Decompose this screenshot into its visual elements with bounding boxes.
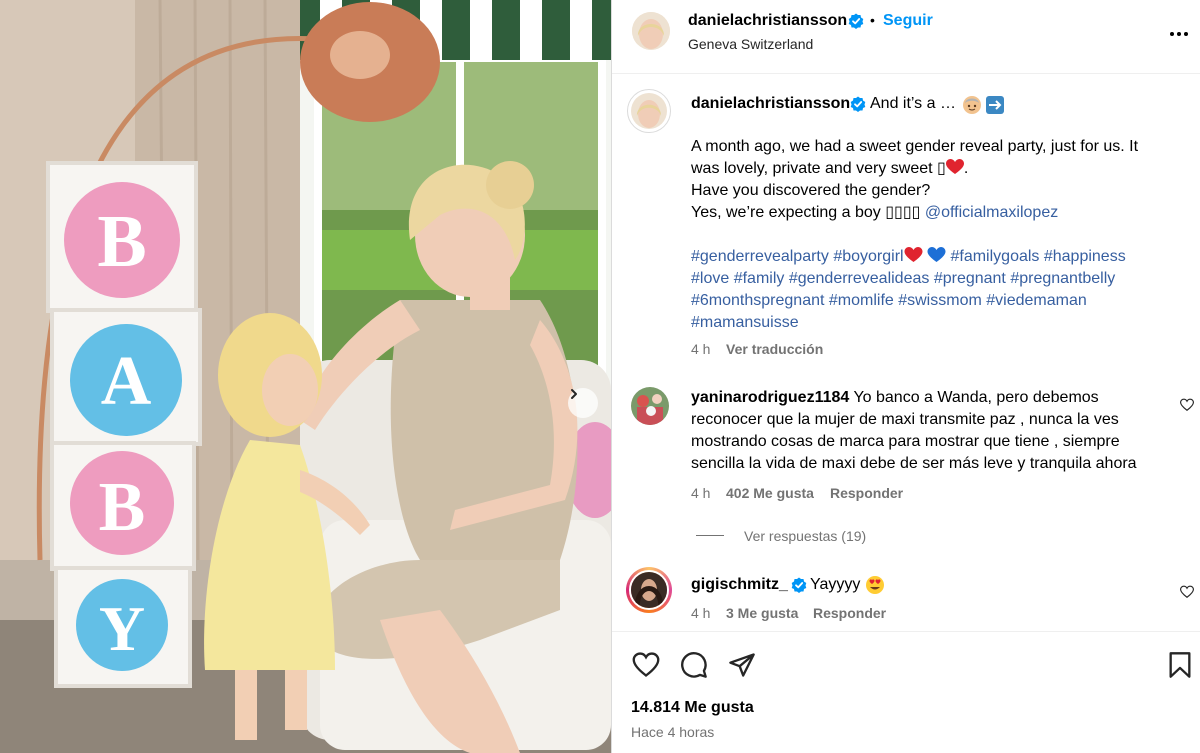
author-avatar[interactable] [632, 12, 670, 50]
carousel-next-button[interactable] [568, 388, 598, 418]
caption-line: A month ago, we had a sweet gender revea… [691, 138, 1139, 155]
hashtag-links[interactable]: #familygoals #happiness [950, 248, 1125, 265]
comment-text: Yo banco a Wanda, pero debemos [853, 389, 1099, 406]
verified-badge-icon [850, 96, 866, 112]
comment-text: Yayyyy [810, 576, 861, 593]
caption-headline: And it’s a … [870, 95, 956, 112]
header-username[interactable]: danielachristiansson [688, 12, 847, 30]
save-bookmark-icon[interactable] [1167, 651, 1193, 679]
baby-boxes: B A B Y [46, 161, 202, 688]
caption-username[interactable]: danielachristiansson [691, 95, 850, 113]
instagram-post: B A B Y danielachristiansson • Seguir Ge… [0, 0, 1200, 753]
caption-time[interactable]: 4 h [691, 341, 710, 357]
reply-button[interactable]: Responder [830, 485, 903, 501]
view-replies-button[interactable]: Ver respuestas (19) [744, 528, 866, 544]
chevron-right-icon [571, 389, 577, 399]
post-photo[interactable]: B A B Y [0, 0, 611, 753]
post-timestamp[interactable]: Hace 4 horas [631, 724, 714, 740]
caption-line: was lovely, private and very sweet ▯. [691, 158, 1171, 180]
caption-line-text: Yes, we’re expecting a boy [691, 204, 886, 221]
mention-link[interactable]: @officialmaxilopez [925, 204, 1058, 221]
caption-avatar[interactable] [631, 93, 667, 129]
avatar-image [631, 572, 667, 608]
heart-eyes-emoji-icon [866, 576, 884, 594]
reply-button[interactable]: Responder [813, 605, 886, 621]
replies-divider [696, 535, 724, 536]
follow-button[interactable]: Seguir [883, 12, 933, 30]
caption-line-text: was lovely, private and very sweet [691, 160, 938, 177]
commenter-username[interactable]: gigischmitz_ [691, 576, 788, 594]
like-comment-heart-icon[interactable] [1180, 585, 1194, 599]
comment-line: yaninarodriguez1184 Yo banco a Wanda, pe… [691, 387, 1161, 409]
commenter-username[interactable]: yaninarodriguez1184 [691, 389, 849, 406]
missing-glyphs: ▯▯▯▯ [885, 204, 921, 221]
verified-badge-icon [848, 13, 864, 29]
svg-text:Y: Y [99, 593, 145, 664]
caption-body: A month ago, we had a sweet gender revea… [691, 136, 1171, 334]
comment-likes[interactable]: 402 Me gusta [726, 485, 814, 501]
avatar-image [631, 387, 669, 425]
comment-likes[interactable]: 3 Me gusta [726, 605, 798, 621]
avatar-image [632, 12, 670, 50]
caption-line: Have you discovered the gender? [691, 182, 931, 199]
comment-time[interactable]: 4 h [691, 605, 710, 621]
blue-heart-emoji-icon [927, 247, 946, 262]
comment-line: sencilla la vida de maxi debe de ser más… [691, 455, 1137, 472]
caption-line-end: . [963, 160, 969, 177]
hashtag-links[interactable]: #mamansuisse [691, 312, 1171, 334]
hashtag-links[interactable]: #genderrevealparty #boyorgirl [691, 248, 904, 265]
hashtag-links[interactable]: #love #family #genderrevealideas #pregna… [691, 268, 1171, 290]
post-likes-count[interactable]: 14.814 Me gusta [631, 699, 754, 717]
right-arrow-emoji-icon [986, 96, 1004, 114]
comment-body: yaninarodriguez1184 Yo banco a Wanda, pe… [691, 387, 1161, 475]
like-comment-heart-icon[interactable] [1180, 398, 1194, 412]
comment-time[interactable]: 4 h [691, 485, 710, 501]
svg-text:A: A [101, 343, 152, 420]
like-heart-icon[interactable] [632, 651, 660, 679]
photo-illustration: B A B Y [0, 0, 611, 753]
avatar-image [631, 93, 667, 129]
heart-emoji-icon [904, 247, 923, 262]
svg-text:B: B [99, 469, 146, 546]
svg-text:B: B [97, 201, 146, 283]
caption-line: Yes, we’re expecting a boy ▯▯▯▯ @officia… [691, 202, 1171, 224]
baby-face-emoji-icon [963, 96, 981, 114]
header-separator: • [870, 12, 875, 28]
post-actions-bar: 14.814 Me gusta Hace 4 horas [612, 631, 1200, 753]
hashtags-line: #genderrevealparty #boyorgirl #familygoa… [691, 246, 1171, 268]
more-options-icon[interactable] [1169, 24, 1189, 44]
red-heart-emoji-icon [945, 159, 964, 174]
post-side-panel: danielachristiansson • Seguir Geneva Swi… [611, 0, 1200, 753]
missing-glyph: ▯ [937, 160, 946, 177]
post-header: danielachristiansson • Seguir Geneva Swi… [612, 0, 1200, 74]
location-link[interactable]: Geneva Switzerland [688, 36, 813, 52]
commenter-avatar[interactable] [629, 570, 669, 610]
share-paper-plane-icon[interactable] [728, 651, 756, 679]
verified-badge-icon [791, 577, 807, 593]
hashtag-links[interactable]: #6monthspregnant #momlife #swissmom #vie… [691, 290, 1171, 312]
comment-bubble-icon[interactable] [680, 651, 708, 679]
commenter-avatar[interactable] [631, 387, 669, 425]
comment-line: reconocer que la mujer de maxi transmite… [691, 411, 1119, 428]
comment-line: mostrando cosas de marca para mostrar qu… [691, 433, 1120, 450]
see-translation-button[interactable]: Ver traducción [726, 341, 823, 357]
